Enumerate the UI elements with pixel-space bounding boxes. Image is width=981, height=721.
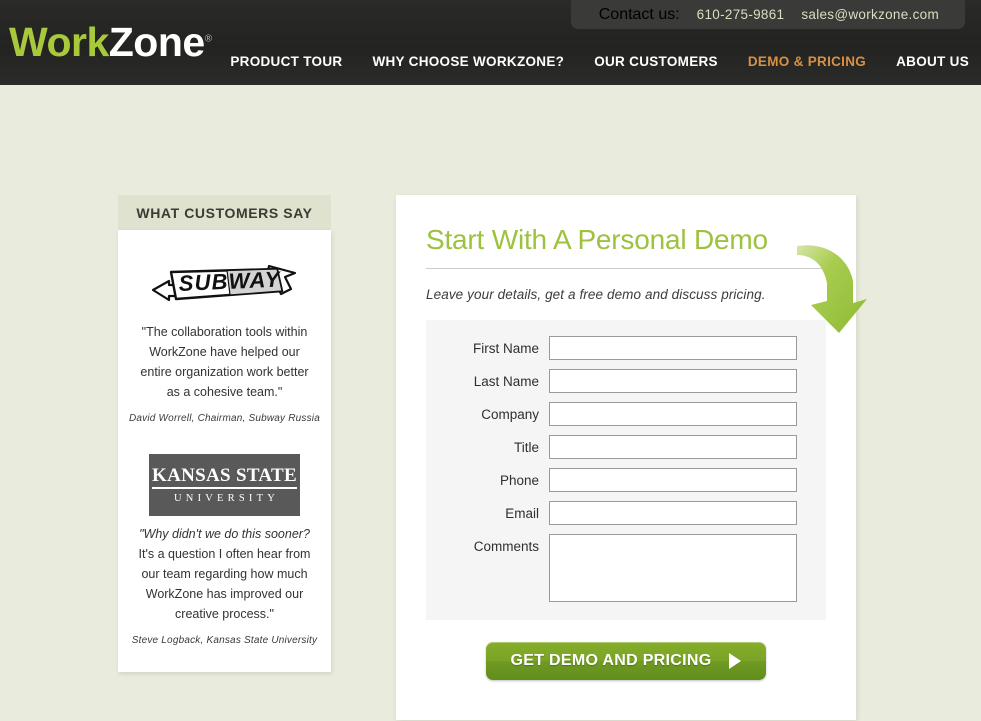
testimonial-attribution: David Worrell, Chairman, Subway Russia bbox=[129, 413, 320, 424]
demo-request-form: First Name Last Name Company Title Phone bbox=[426, 319, 826, 620]
main-navigation: PRODUCT TOUR WHY CHOOSE WORKZONE? OUR CU… bbox=[230, 54, 969, 69]
play-triangle-icon bbox=[729, 652, 742, 669]
label-comments: Comments bbox=[473, 538, 539, 554]
nav-item-our-customers[interactable]: OUR CUSTOMERS bbox=[594, 54, 718, 69]
testimonial-quote: "The collaboration tools within WorkZone… bbox=[140, 325, 309, 399]
form-row-comments: Comments bbox=[426, 533, 826, 602]
form-row-first-name: First Name bbox=[426, 335, 826, 360]
label-phone: Phone bbox=[499, 472, 539, 488]
testimonial-quote: "Why didn't we do this sooner? It's a qu… bbox=[128, 524, 321, 624]
phone-input[interactable] bbox=[549, 467, 797, 492]
form-row-company: Company bbox=[426, 401, 826, 426]
nav-item-about-us[interactable]: ABOUT US bbox=[896, 54, 969, 69]
registered-trademark-icon: ® bbox=[204, 33, 212, 45]
company-input[interactable] bbox=[549, 401, 797, 426]
title-divider bbox=[426, 267, 826, 269]
form-row-email: Email bbox=[426, 500, 826, 525]
testimonials-sidebar: WHAT CUSTOMERS SAY SUBWAY "The collabora… bbox=[118, 195, 331, 672]
kansas-state-university-logo: KANSAS STATE UNIVERSITY bbox=[149, 454, 300, 516]
demo-request-card: Start With A Personal Demo Leave your de… bbox=[396, 195, 856, 720]
submit-row: GET DEMO AND PRICING bbox=[426, 641, 826, 680]
ksu-logo-wrap: KANSAS STATE UNIVERSITY bbox=[128, 454, 321, 516]
label-company: Company bbox=[481, 406, 539, 422]
contact-bar: Contact us: 610-275-9861 sales@workzone.… bbox=[570, 0, 965, 29]
logo-work-text: Work bbox=[9, 19, 109, 65]
form-row-title: Title bbox=[426, 434, 826, 459]
site-header: Contact us: 610-275-9861 sales@workzone.… bbox=[0, 0, 981, 85]
contact-phone[interactable]: 610-275-9861 bbox=[697, 7, 785, 22]
form-row-last-name: Last Name bbox=[426, 368, 826, 393]
testimonial-quote-rest: It's a question I often hear from our te… bbox=[138, 547, 311, 621]
ksu-logo-line2: UNIVERSITY bbox=[174, 493, 279, 504]
svg-text:SUBWAY: SUBWAY bbox=[178, 267, 282, 296]
nav-item-product-tour[interactable]: PRODUCT TOUR bbox=[230, 54, 342, 69]
testimonial-item: KANSAS STATE UNIVERSITY "Why didn't we d… bbox=[128, 454, 321, 646]
page-body: WHAT CUSTOMERS SAY SUBWAY "The collabora… bbox=[0, 85, 981, 721]
label-first-name: First Name bbox=[472, 340, 539, 356]
subway-logo-wrap: SUBWAY bbox=[128, 252, 321, 314]
testimonials-list: SUBWAY "The collaboration tools within W… bbox=[118, 230, 331, 672]
testimonial-attribution: Steve Logback, Kansas State University bbox=[131, 635, 318, 646]
email-input[interactable] bbox=[549, 500, 797, 525]
submit-button-label: GET DEMO AND PRICING bbox=[510, 651, 712, 669]
form-row-phone: Phone bbox=[426, 467, 826, 492]
contact-email-link[interactable]: sales@workzone.com bbox=[801, 7, 939, 22]
subway-logo: SUBWAY bbox=[149, 260, 301, 306]
workzone-logo[interactable]: WorkZone® bbox=[9, 22, 212, 63]
logo-zone-text: Zone bbox=[108, 19, 205, 65]
testimonial-item: SUBWAY "The collaboration tools within W… bbox=[128, 252, 321, 424]
title-input[interactable] bbox=[549, 434, 797, 459]
label-last-name: Last Name bbox=[473, 373, 539, 389]
nav-item-why-choose-workzone[interactable]: WHY CHOOSE WORKZONE? bbox=[372, 54, 564, 69]
testimonial-quote-italic: "Why didn't we do this sooner? bbox=[139, 527, 310, 541]
first-name-input[interactable] bbox=[549, 335, 797, 360]
contact-label: Contact us: bbox=[598, 5, 680, 23]
page-subtitle: Leave your details, get a free demo and … bbox=[426, 286, 766, 302]
testimonials-heading: WHAT CUSTOMERS SAY bbox=[136, 204, 313, 221]
comments-textarea[interactable] bbox=[549, 533, 797, 602]
label-title: Title bbox=[513, 439, 539, 455]
label-email: Email bbox=[505, 505, 539, 521]
page-title: Start With A Personal Demo bbox=[426, 224, 768, 255]
nav-item-demo-and-pricing[interactable]: DEMO & PRICING bbox=[748, 54, 866, 69]
last-name-input[interactable] bbox=[549, 368, 797, 393]
testimonials-heading-bar: WHAT CUSTOMERS SAY bbox=[118, 195, 331, 230]
ksu-logo-line1: KANSAS STATE bbox=[152, 466, 297, 489]
get-demo-and-pricing-button[interactable]: GET DEMO AND PRICING bbox=[486, 641, 766, 680]
